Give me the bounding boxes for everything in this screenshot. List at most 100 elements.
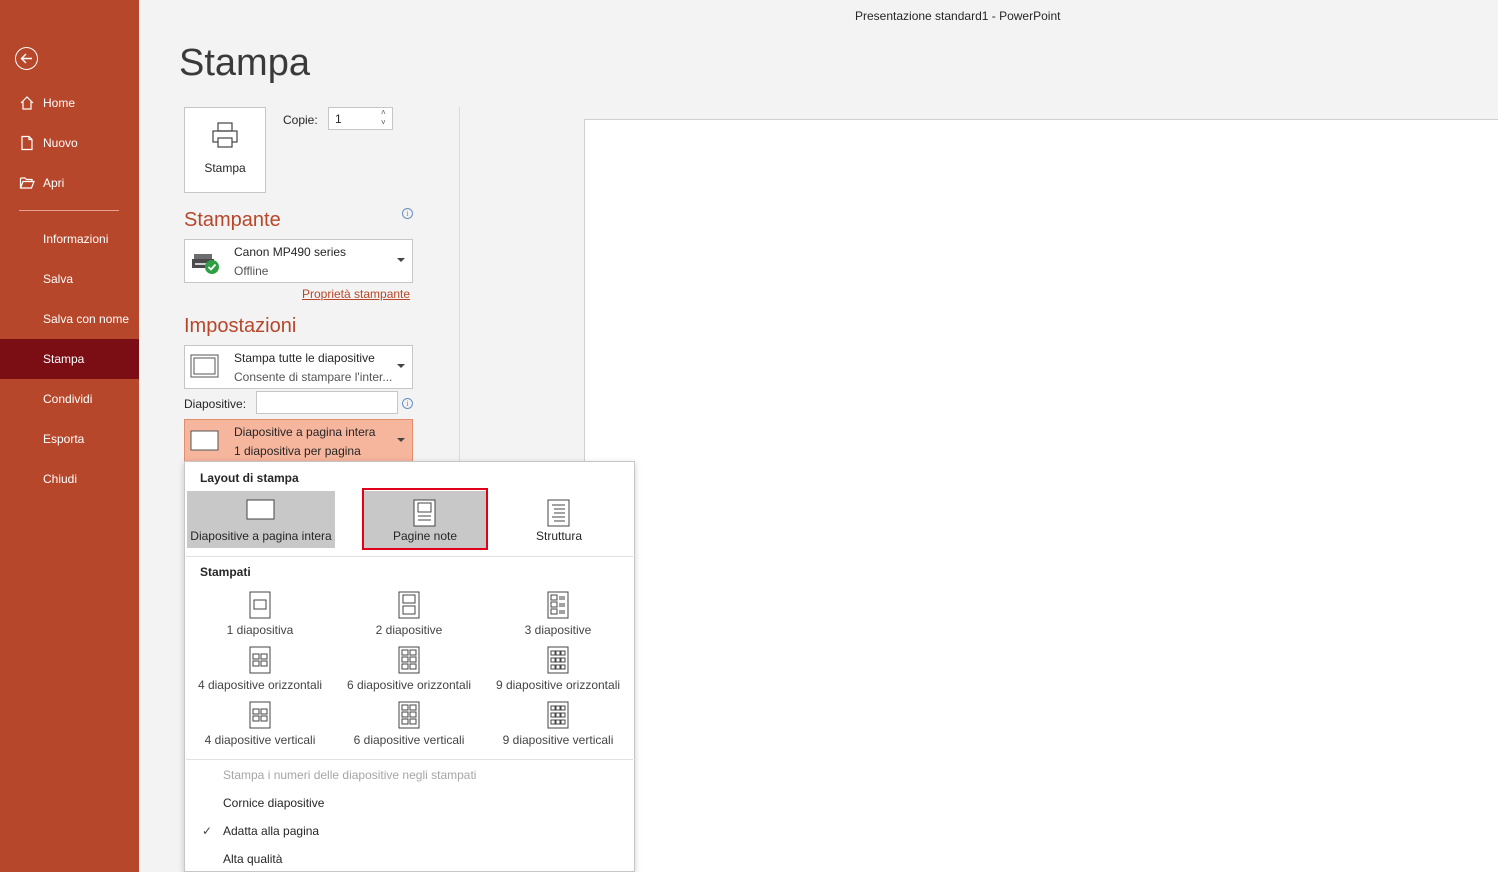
menu-divider <box>186 759 633 760</box>
handout-label: 9 diapositive verticali <box>502 733 614 747</box>
new-document-icon <box>21 135 33 151</box>
print-preview <box>584 119 1498 872</box>
sidebar-item-condividi[interactable]: Condividi <box>0 379 139 419</box>
print-range-label: Stampa tutte le diapositive <box>234 351 375 365</box>
sidebar-item-label: Chiudi <box>43 472 78 486</box>
handout-3-slides-icon <box>547 591 569 619</box>
print-range-dropdown[interactable]: Stampa tutte le diapositive Consente di … <box>184 345 413 389</box>
print-layout-menu: Layout di stampa Diapositive a pagina in… <box>184 461 635 872</box>
printer-icon <box>212 122 238 148</box>
sidebar-item-apri[interactable]: Apri <box>0 163 139 203</box>
option-high-quality[interactable]: Alta qualità <box>223 852 282 866</box>
sidebar-divider <box>19 210 119 211</box>
sidebar-item-label: Salva <box>43 272 74 286</box>
sidebar-item-label: Salva con nome <box>43 312 130 326</box>
handout-2-slides-icon <box>398 591 420 619</box>
sidebar-item-label: Home <box>43 96 76 110</box>
sidebar-item-salva-con-nome[interactable]: Salva con nome <box>0 299 139 339</box>
option-print-slide-numbers: Stampa i numeri delle diapositive negli … <box>223 768 477 782</box>
print-button[interactable]: Stampa <box>184 107 266 193</box>
slides-label: Diapositive: <box>184 397 247 411</box>
outline-icon <box>547 499 570 527</box>
handout-9-horizontal[interactable]: 9 diapositive orizzontali <box>484 646 632 701</box>
sidebar-item-nuovo[interactable]: Nuovo <box>0 123 139 163</box>
sidebar-item-label: Nuovo <box>43 136 78 150</box>
sidebar-item-label: Condividi <box>43 392 93 406</box>
print-layout-label: Diapositive a pagina intera <box>234 425 376 439</box>
back-arrow-icon[interactable] <box>15 47 38 70</box>
sidebar-item-stampa[interactable]: Stampa <box>0 339 139 379</box>
layout-option-full-page[interactable]: Diapositive a pagina intera <box>187 491 335 548</box>
handout-6-horizontal-icon <box>398 646 420 674</box>
printer-status: Offline <box>234 264 269 278</box>
sidebar-item-informazioni[interactable]: Informazioni <box>0 219 139 259</box>
copies-label: Copie: <box>283 113 318 127</box>
layout-option-outline[interactable]: Struttura <box>485 491 633 548</box>
full-page-slide-icon <box>190 430 219 451</box>
handout-1-slide-icon <box>249 591 271 619</box>
handout-label: 4 diapositive orizzontali <box>197 678 323 692</box>
copies-value: 1 <box>335 112 342 126</box>
slides-stack-icon <box>190 354 219 378</box>
chevron-down-icon <box>397 364 405 368</box>
sidebar-item-esporta[interactable]: Esporta <box>0 419 139 459</box>
sidebar-item-chiudi[interactable]: Chiudi <box>0 459 139 499</box>
checkmark-icon: ✓ <box>202 824 213 838</box>
info-icon[interactable]: i <box>402 208 413 219</box>
window-title: Presentazione standard1 - PowerPoint <box>855 9 1061 23</box>
pane-divider <box>459 107 460 467</box>
page-title: Stampa <box>179 42 310 84</box>
printer-dropdown[interactable]: Canon MP490 series Offline <box>184 239 413 283</box>
handout-9-vertical-icon <box>547 701 569 729</box>
printer-section-title: Stampante <box>184 209 281 231</box>
option-scale-to-fit[interactable]: Adatta alla pagina <box>223 824 319 838</box>
handout-4-horizontal[interactable]: 4 diapositive orizzontali <box>186 646 334 701</box>
handout-label: 4 diapositive verticali <box>204 733 316 747</box>
option-frame-slides[interactable]: Cornice diapositive <box>223 796 324 810</box>
settings-section-title: Impostazioni <box>184 315 297 337</box>
chevron-down-icon <box>397 438 405 442</box>
sidebar-item-label: Informazioni <box>43 232 109 246</box>
print-layout-dropdown[interactable]: Diapositive a pagina intera 1 diapositiv… <box>184 419 413 463</box>
chevron-down-icon <box>397 258 405 262</box>
sidebar-item-home[interactable]: Home <box>0 83 139 123</box>
handout-3-slides[interactable]: 3 diapositive <box>484 591 632 646</box>
handout-9-horizontal-icon <box>547 646 569 674</box>
printer-name: Canon MP490 series <box>234 245 347 259</box>
sidebar-item-label: Stampa <box>43 352 85 366</box>
handout-4-horizontal-icon <box>249 646 271 674</box>
handout-label: 1 diapositiva <box>226 623 294 637</box>
highlight-frame <box>362 488 488 550</box>
layout-option-label: Diapositive a pagina intera <box>190 529 332 543</box>
handout-label: 9 diapositive orizzontali <box>495 678 621 692</box>
sidebar-item-label: Esporta <box>43 432 85 446</box>
handout-9-vertical[interactable]: 9 diapositive verticali <box>484 701 632 756</box>
backstage-sidebar: Home Nuovo Apri Informazioni Salva Salva… <box>0 0 139 872</box>
handout-6-vertical[interactable]: 6 diapositive verticali <box>335 701 483 756</box>
handouts-heading: Stampati <box>200 565 251 579</box>
folder-open-icon <box>19 177 35 189</box>
handout-4-vertical-icon <box>249 701 271 729</box>
printer-status-icon <box>192 254 219 274</box>
home-icon <box>20 96 34 110</box>
print-layout-description: 1 diapositiva per pagina <box>234 444 361 458</box>
menu-divider <box>186 556 633 557</box>
spin-up-icon[interactable]: ˄ <box>381 109 389 117</box>
sidebar-item-salva[interactable]: Salva <box>0 259 139 299</box>
spin-down-icon[interactable]: ˅ <box>381 119 389 127</box>
full-page-slide-icon <box>246 499 275 520</box>
info-icon[interactable]: i <box>402 398 413 409</box>
handout-6-horizontal[interactable]: 6 diapositive orizzontali <box>335 646 483 701</box>
print-button-label: Stampa <box>204 161 246 175</box>
handout-4-vertical[interactable]: 4 diapositive verticali <box>186 701 334 756</box>
handout-1-slide[interactable]: 1 diapositiva <box>186 591 334 646</box>
handout-label: 6 diapositive orizzontali <box>346 678 472 692</box>
handout-2-slides[interactable]: 2 diapositive <box>335 591 483 646</box>
slides-input[interactable] <box>256 391 398 414</box>
handout-6-vertical-icon <box>398 701 420 729</box>
layout-heading: Layout di stampa <box>200 471 299 485</box>
handout-label: 2 diapositive <box>375 623 443 637</box>
copies-stepper[interactable]: 1 ˄ ˅ <box>328 107 393 130</box>
handout-label: 6 diapositive verticali <box>353 733 465 747</box>
printer-properties-link[interactable]: Proprietà stampante <box>302 287 410 301</box>
